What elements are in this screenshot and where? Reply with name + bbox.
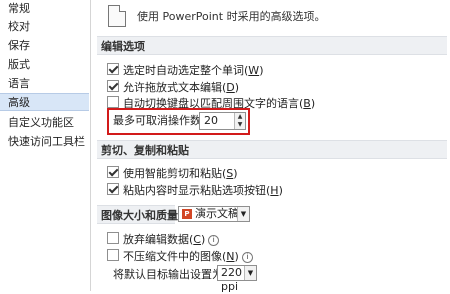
section-header-image: 图像大小和质量 [97, 205, 178, 224]
checkbox-show-paste-options[interactable] [107, 183, 119, 195]
checkbox-discard-editing-data[interactable] [107, 232, 119, 244]
resolution-select[interactable]: 220 ppi ▼ [217, 265, 257, 293]
info-icon[interactable]: i [241, 252, 253, 263]
option-accesskey: H [270, 184, 279, 197]
option-accesskey: W [248, 64, 260, 77]
option-accesskey: N [226, 250, 235, 263]
undo-limit-value[interactable]: 20 [204, 114, 218, 127]
option-label-suffix: ) [278, 184, 283, 197]
resolution-value: 220 ppi [221, 266, 242, 293]
image-document-select[interactable]: P 演示文稿1 ▼ [178, 206, 250, 222]
info-icon[interactable]: i [208, 235, 220, 246]
option-label-suffix: ) [259, 64, 264, 77]
option-label-suffix: ) [200, 233, 206, 246]
option-label: 放弃编辑数据( [123, 233, 194, 246]
section-header-clipboard: 剪切、复制和粘贴 [97, 140, 447, 159]
sidebar-item-layout[interactable]: 版式 [0, 56, 89, 74]
option-label: 使用智能剪切和粘贴( [123, 167, 227, 180]
sidebar-item-language[interactable]: 语言 [0, 75, 89, 93]
chevron-down-icon[interactable]: ▼ [244, 266, 256, 280]
option-label: 粘贴内容时显示粘贴选项按钮( [123, 184, 271, 197]
options-sidebar: 常规 校对 保存 版式 语言 高级 自定义功能区 快速访问工具栏 [0, 0, 91, 291]
checkbox-do-not-compress-images[interactable] [107, 249, 119, 261]
option-do-not-compress-images[interactable]: 不压缩文件中的图像(N) i [107, 249, 253, 263]
option-label-suffix: ) [234, 81, 240, 94]
sidebar-item-general[interactable]: 常规 [0, 0, 89, 18]
checkbox-drag-drop-editing[interactable] [107, 80, 119, 92]
sidebar-item-advanced[interactable]: 高级 [0, 93, 89, 111]
option-label-suffix: ) [234, 250, 239, 263]
option-label-suffix: ) [310, 97, 316, 110]
option-label-suffix: ) [233, 167, 238, 180]
option-label: 允许拖放式文本编辑( [123, 81, 227, 94]
option-accesskey: D [226, 81, 235, 94]
checkbox-select-whole-word[interactable] [107, 63, 119, 75]
page-description: 使用 PowerPoint 时采用的高级选项。 [137, 10, 326, 23]
chevron-down-icon[interactable]: ▼ [237, 207, 249, 221]
option-label: 选定时自动选定整个单词( [123, 64, 249, 77]
option-select-whole-word[interactable]: 选定时自动选定整个单词(W) [107, 63, 263, 77]
powerpoint-icon: P [182, 209, 192, 219]
option-show-paste-options[interactable]: 粘贴内容时显示粘贴选项按钮(H) [107, 183, 283, 197]
option-accesskey: C [193, 233, 201, 246]
document-options-icon [108, 5, 126, 27]
sidebar-item-quick-access-toolbar[interactable]: 快速访问工具栏 [0, 133, 89, 151]
checkbox-auto-keyboard-switch[interactable] [107, 96, 119, 108]
checkbox-smart-cut-paste[interactable] [107, 166, 119, 178]
stepper-buttons: ▲ ▼ [234, 113, 245, 129]
sidebar-item-customize-ribbon[interactable]: 自定义功能区 [0, 114, 89, 132]
undo-limit-stepper[interactable]: 20 ▲ ▼ [199, 112, 246, 130]
option-discard-editing-data[interactable]: 放弃编辑数据(C) i [107, 232, 220, 246]
sidebar-item-save[interactable]: 保存 [0, 37, 89, 55]
section-header-editing: 编辑选项 [97, 36, 447, 55]
option-accesskey: B [303, 97, 311, 110]
option-smart-cut-paste[interactable]: 使用智能剪切和粘贴(S) [107, 166, 238, 180]
option-label: 不压缩文件中的图像( [123, 250, 227, 263]
option-drag-drop-editing[interactable]: 允许拖放式文本编辑(D) [107, 80, 239, 94]
stepper-down-icon[interactable]: ▼ [235, 121, 245, 129]
sidebar-item-proofing[interactable]: 校对 [0, 18, 89, 36]
options-main-pane: 使用 PowerPoint 时采用的高级选项。 编辑选项 选定时自动选定整个单词… [91, 0, 450, 293]
